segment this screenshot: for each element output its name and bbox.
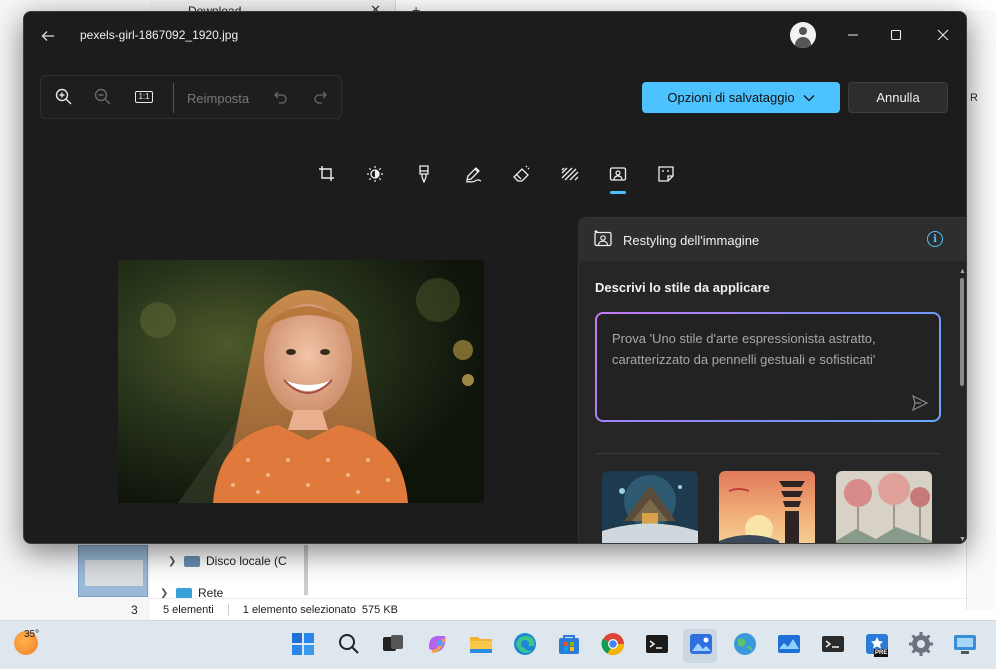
store-pre-icon[interactable]: PRE bbox=[864, 631, 890, 657]
style-option-fantasy-house[interactable] bbox=[602, 471, 698, 543]
terminal-icon[interactable] bbox=[644, 631, 670, 657]
style-prompt-field[interactable]: Prova 'Uno stile d'arte espressionista a… bbox=[595, 312, 941, 422]
maps-icon[interactable] bbox=[732, 631, 758, 657]
task-view-icon[interactable] bbox=[380, 631, 406, 657]
restyle-panel-header: Restyling dell'immagine i bbox=[579, 218, 966, 261]
background-icon bbox=[561, 167, 579, 181]
console-icon[interactable] bbox=[820, 631, 846, 657]
undo-icon bbox=[274, 91, 287, 104]
markup-icon bbox=[465, 167, 482, 183]
filter-icon bbox=[419, 165, 429, 183]
adjust-icon bbox=[367, 166, 383, 182]
selection-size: 575 KB bbox=[361, 603, 398, 616]
photos-icon[interactable] bbox=[688, 631, 714, 657]
actual-size-button[interactable]: 1:1 bbox=[133, 86, 155, 108]
stickers-icon bbox=[658, 166, 674, 182]
prompt-heading: Descrivi lo stile da applicare bbox=[595, 280, 770, 295]
tab-adjust[interactable] bbox=[364, 163, 386, 185]
style-sunset-pagoda-icon bbox=[719, 471, 815, 543]
store-icon[interactable] bbox=[556, 631, 582, 657]
tree-scrollbar[interactable] bbox=[304, 545, 308, 595]
tab-filter[interactable] bbox=[413, 163, 435, 185]
prompt-placeholder: Prova 'Uno stile d'arte espressionista a… bbox=[612, 331, 876, 367]
save-options-label: Opzioni di salvataggio bbox=[667, 90, 795, 105]
restyle-icon bbox=[609, 167, 627, 181]
style-balloons-icon bbox=[836, 471, 932, 543]
settings-icon[interactable] bbox=[908, 631, 934, 657]
file-thumbnail[interactable] bbox=[78, 545, 148, 597]
tab-erase[interactable] bbox=[510, 163, 532, 185]
portrait-image bbox=[118, 260, 484, 503]
chevron-right-icon[interactable]: ❯ bbox=[168, 556, 178, 567]
chrome-icon[interactable] bbox=[600, 631, 626, 657]
tab-restyle[interactable] bbox=[607, 163, 629, 194]
title-bar: pexels-girl-1867092_1920.jpg bbox=[24, 12, 966, 58]
reset-button[interactable]: Reimposta bbox=[187, 91, 249, 106]
selection-count: 1 elemento selezionato bbox=[242, 603, 356, 616]
restyle-panel: Restyling dell'immagine i Descrivi lo st… bbox=[578, 217, 966, 543]
close-button[interactable] bbox=[931, 24, 955, 46]
taskbar: 35° PRE bbox=[0, 620, 996, 669]
redo-icon bbox=[314, 91, 327, 104]
chevron-right-icon[interactable]: ❯ bbox=[160, 588, 170, 599]
undo-button[interactable] bbox=[270, 86, 292, 108]
erase-icon bbox=[513, 165, 530, 182]
edge-icon[interactable] bbox=[512, 631, 538, 657]
save-options-button[interactable]: Opzioni di salvataggio bbox=[642, 82, 840, 113]
crop-icon bbox=[319, 166, 334, 181]
tab-markup[interactable] bbox=[462, 163, 484, 185]
maximize-icon bbox=[890, 29, 902, 41]
zoom-in-icon bbox=[55, 88, 72, 105]
style-option-balloons[interactable] bbox=[836, 471, 932, 543]
style-option-sunset-pagoda[interactable] bbox=[719, 471, 815, 543]
cancel-button[interactable]: Annulla bbox=[848, 82, 948, 113]
tab-stickers[interactable] bbox=[655, 163, 677, 185]
minimize-button[interactable] bbox=[841, 24, 865, 46]
tab-background[interactable] bbox=[559, 163, 581, 185]
weather-app-icon[interactable] bbox=[776, 631, 802, 657]
file-name: pexels-girl-1867092_1920.jpg bbox=[80, 28, 239, 42]
item-count: 5 elementi bbox=[163, 603, 214, 616]
rename-button[interactable]: R bbox=[970, 92, 978, 104]
tab-crop[interactable] bbox=[316, 163, 338, 185]
thumbnail-number: 3 bbox=[131, 603, 138, 617]
chevron-down-icon bbox=[803, 94, 815, 101]
tree-item-label: Disco locale (C bbox=[206, 554, 287, 568]
copilot-icon[interactable] bbox=[424, 631, 450, 657]
maximize-button[interactable] bbox=[884, 24, 908, 46]
photos-editor-window: pexels-girl-1867092_1920.jpg 1:1 Reimpos… bbox=[23, 11, 967, 544]
panel-scrollbar[interactable]: ▲ ▼ bbox=[958, 268, 966, 543]
pre-badge: PRE bbox=[874, 649, 889, 657]
zoom-in-button[interactable] bbox=[53, 86, 75, 108]
network-icon bbox=[176, 587, 192, 599]
temperature: 35° bbox=[24, 629, 40, 640]
search-icon[interactable] bbox=[336, 631, 362, 657]
restyle-icon bbox=[594, 230, 612, 247]
redo-button[interactable] bbox=[309, 86, 331, 108]
start-icon[interactable] bbox=[290, 631, 316, 657]
send-icon[interactable] bbox=[911, 394, 929, 412]
zoom-toolbar: 1:1 Reimposta bbox=[40, 75, 342, 119]
zoom-out-button[interactable] bbox=[92, 86, 114, 108]
panel-title: Restyling dell'immagine bbox=[623, 233, 760, 248]
zoom-out-icon bbox=[94, 88, 111, 105]
explorer-status-bar: 5 elementi 1 elemento selezionato 575 KB bbox=[150, 598, 966, 620]
back-arrow-icon bbox=[41, 31, 54, 41]
edited-photo[interactable] bbox=[118, 260, 484, 503]
actual-size-icon: 1:1 bbox=[135, 91, 153, 103]
info-icon[interactable]: i bbox=[927, 231, 943, 247]
tree-item-local-disk[interactable]: ❯ Disco locale (C bbox=[168, 554, 287, 568]
file-explorer-icon[interactable] bbox=[468, 631, 494, 657]
account-avatar-icon[interactable] bbox=[790, 22, 816, 48]
drive-icon bbox=[184, 555, 200, 567]
back-button[interactable] bbox=[36, 24, 60, 48]
close-icon bbox=[937, 29, 949, 41]
style-fantasy-house-icon bbox=[602, 471, 698, 543]
minimize-icon bbox=[848, 34, 858, 36]
remote-desktop-icon[interactable] bbox=[952, 631, 978, 657]
